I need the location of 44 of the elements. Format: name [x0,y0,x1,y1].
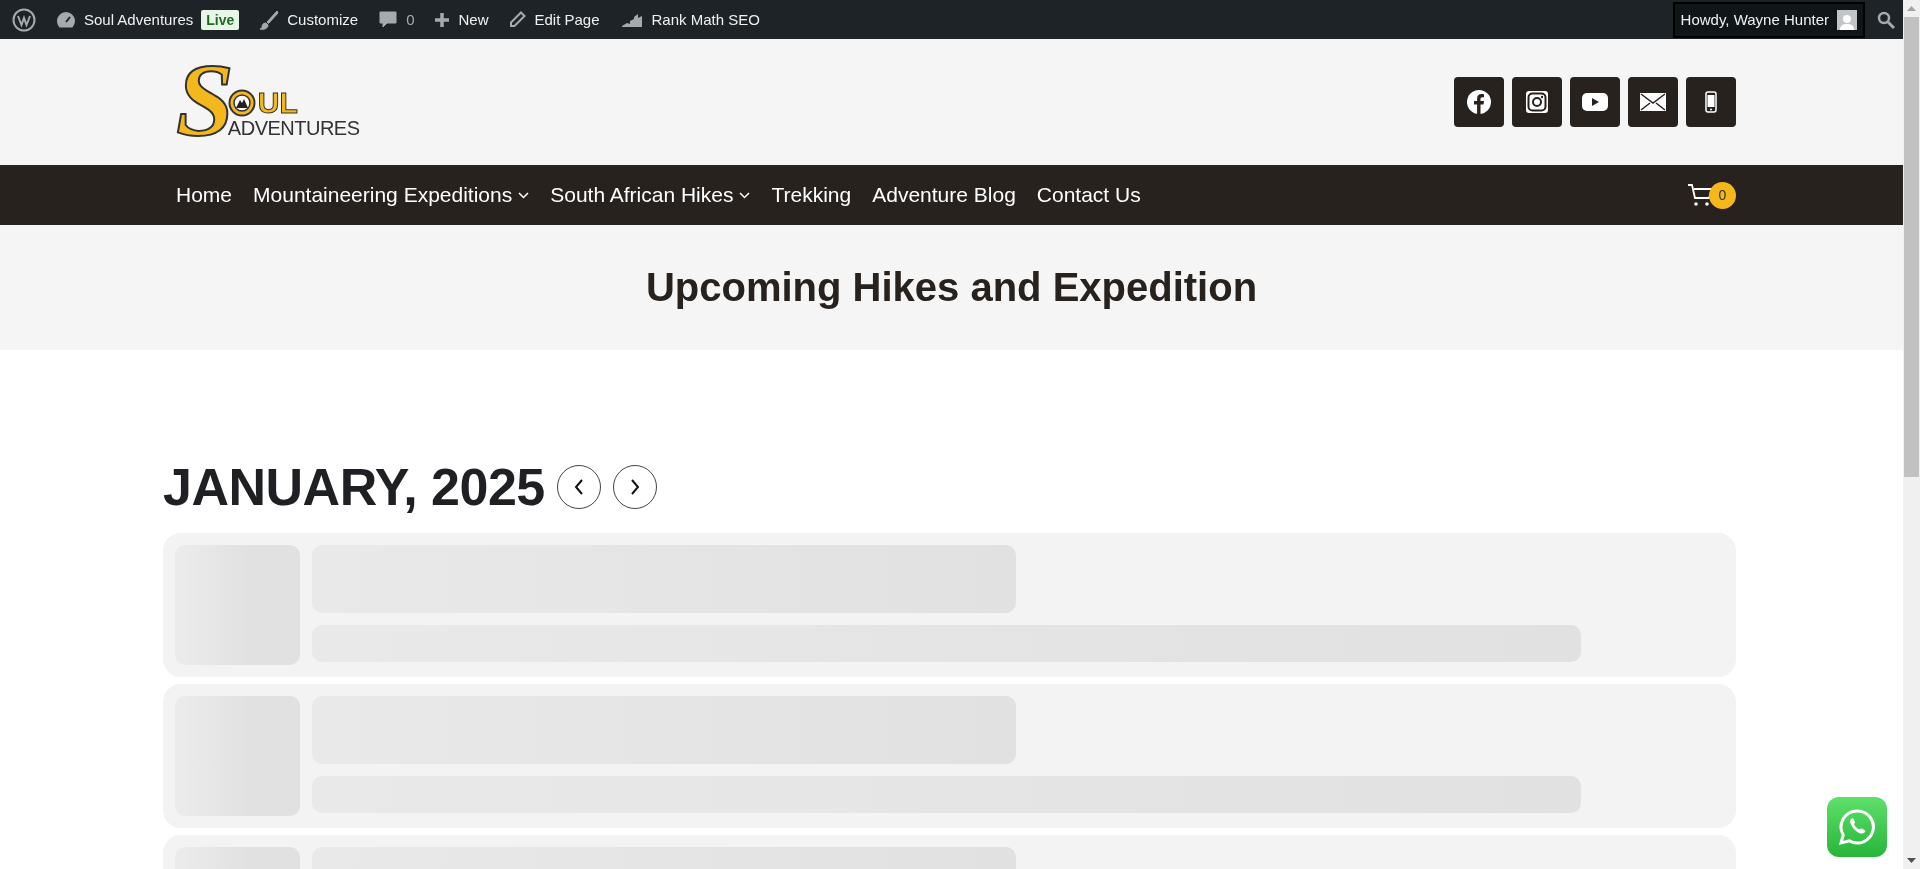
brush-icon [259,9,280,30]
admin-bar-link[interactable]: Customize [255,0,363,39]
social-link[interactable] [1570,77,1620,127]
month-heading: JANUARY, 2025 [163,460,545,515]
account-menu[interactable]: Howdy, Wayne Hunter [1672,1,1865,38]
instagram-icon [1525,90,1549,114]
comments-link[interactable]: 0 [374,0,419,39]
chevron-down-icon [518,191,530,199]
social-link[interactable] [1686,77,1736,127]
cart-count: 0 [1709,181,1736,209]
nav-link[interactable]: Adventure Blog [872,183,1016,207]
live-badge: Live [201,9,240,30]
admin-bar-link[interactable]: New [430,0,493,39]
plus-icon [434,11,451,28]
social-link[interactable] [1454,77,1504,127]
nav-link[interactable]: Trekking [771,183,852,207]
pencil-icon [508,10,527,29]
social-link[interactable] [1628,77,1678,127]
chevron-down-icon [739,191,751,199]
chat-phone-icon [1837,807,1877,847]
wordpress-icon[interactable] [12,7,36,32]
social-link[interactable] [1512,77,1562,127]
whatsapp-button[interactable] [1827,797,1887,857]
scroll-thumb[interactable] [1904,17,1919,477]
nav-link[interactable]: Mountaineering Expeditions [253,183,530,207]
dashboard-icon [56,10,76,29]
comment-icon [378,9,399,30]
cart-link[interactable]: 0 [1687,181,1736,209]
site-link[interactable]: Soul Adventures Live [52,0,244,39]
facebook-icon [1467,90,1491,114]
chevron-right-icon [629,479,640,496]
nav-link[interactable]: South African Hikes [550,183,751,207]
admin-bar-link[interactable]: Edit Page [504,0,604,39]
phone-icon [1705,91,1717,113]
video-play-icon [1582,92,1608,112]
chevron-left-icon [573,479,584,496]
nav-link[interactable]: Contact Us [1036,183,1141,207]
cart-icon [1687,183,1713,207]
search-icon[interactable] [1877,10,1895,29]
avatar-icon [1837,9,1857,30]
page-title: Upcoming Hikes and Expedition [645,265,1258,310]
nav-link[interactable]: Home [176,183,233,207]
mail-icon [1640,92,1666,112]
admin-bar-link[interactable]: Rank Math SEO [615,0,764,39]
